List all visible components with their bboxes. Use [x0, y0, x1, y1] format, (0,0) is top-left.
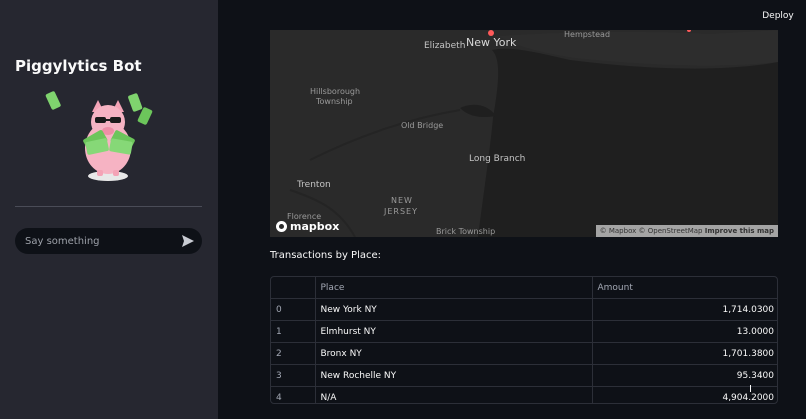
money-bill-icon	[45, 91, 61, 110]
improve-map-link[interactable]: Improve this map	[705, 227, 774, 235]
mapbox-icon	[276, 220, 287, 232]
send-button[interactable]	[180, 233, 196, 249]
place-cell[interactable]: Bronx NY	[315, 342, 593, 365]
place-cell[interactable]: New York NY	[315, 298, 593, 321]
map-attribution: © Mapbox © OpenStreetMap Improve this ma…	[595, 225, 778, 237]
column-header-index[interactable]	[271, 277, 316, 299]
money-bill-icon	[128, 93, 143, 112]
amount-cell[interactable]: 1,714.0300	[592, 298, 777, 321]
row-index[interactable]: 1	[271, 320, 316, 343]
row-index[interactable]: 4	[271, 386, 316, 403]
deploy-button[interactable]: Deploy	[758, 8, 798, 24]
map-label-old-bridge: Old Bridge	[401, 121, 444, 130]
text-cursor-icon: I	[749, 384, 752, 395]
row-index[interactable]: 3	[271, 364, 316, 387]
table-row: 2 Bronx NY 1,701.3800	[271, 342, 777, 365]
table-row: 0 New York NY 1,714.0300	[271, 298, 777, 321]
column-header-amount[interactable]: Amount	[592, 277, 777, 299]
map-label-new: NEW	[391, 196, 413, 205]
map[interactable]: New York Elizabeth Hempstead Hillsboroug…	[270, 30, 778, 237]
map-label-long-branch: Long Branch	[469, 154, 526, 164]
transactions-title: Transactions by Place:	[270, 250, 381, 261]
map-label-brick-township: Brick Township	[436, 227, 496, 236]
table-row: 3 New Rochelle NY 95.3400	[271, 364, 777, 387]
row-index[interactable]: 2	[271, 342, 316, 365]
table-header-row: Place Amount	[271, 277, 777, 299]
mapbox-logo-text: mapbox	[290, 219, 340, 233]
map-label-jersey: JERSEY	[384, 207, 418, 216]
transactions-table[interactable]: Place Amount 0 New York NY 1,714.0300 1 …	[270, 276, 778, 404]
map-label-new-york: New York	[466, 36, 517, 49]
attribution-osm-link[interactable]: © OpenStreetMap	[639, 227, 703, 235]
sidebar-divider	[15, 206, 202, 207]
pig-mascot-image	[45, 91, 153, 181]
map-label-hempstead: Hempstead	[564, 30, 611, 39]
column-header-place[interactable]: Place	[315, 277, 593, 299]
send-icon	[182, 235, 194, 247]
table-row: 4 N/A 4,904.2000	[271, 386, 777, 403]
map-label-trenton: Trenton	[297, 180, 331, 190]
mapbox-logo[interactable]: mapbox	[276, 219, 339, 233]
map-canvas[interactable]	[270, 30, 778, 237]
chat-input-container	[15, 228, 202, 254]
place-cell[interactable]: New Rochelle NY	[315, 364, 593, 387]
row-index[interactable]: 0	[271, 298, 316, 321]
chat-input[interactable]	[25, 228, 175, 254]
place-cell[interactable]: N/A	[315, 386, 593, 403]
attribution-mapbox-link[interactable]: © Mapbox	[600, 227, 637, 235]
place-cell[interactable]: Elmhurst NY	[315, 320, 593, 343]
map-label-township: Township	[316, 97, 353, 106]
map-label-hillsborough: Hillsborough	[310, 87, 361, 96]
app-title: Piggylytics Bot	[15, 57, 142, 75]
amount-cell[interactable]: 13.0000	[592, 320, 777, 343]
map-label-elizabeth: Elizabeth	[424, 41, 466, 51]
table-row: 1 Elmhurst NY 13.0000	[271, 320, 777, 343]
amount-cell[interactable]: 1,701.3800	[592, 342, 777, 365]
sidebar: Piggylytics Bot	[0, 0, 218, 419]
